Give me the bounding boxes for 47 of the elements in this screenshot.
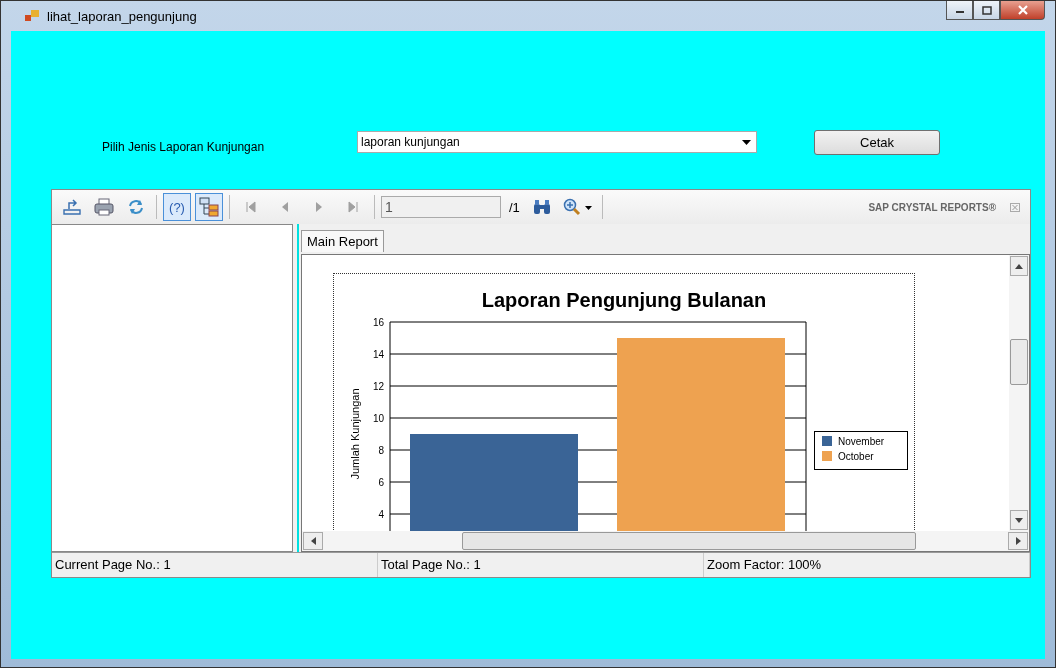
zoom-icon: [562, 198, 593, 216]
binoculars-icon: [531, 199, 552, 215]
left-arrow-icon: [245, 201, 257, 213]
brand-text: SAP CRYSTAL REPORTS®: [868, 201, 996, 213]
right-arrow-icon: [1015, 537, 1021, 545]
minimize-button[interactable]: [946, 1, 973, 20]
maximize-button[interactable]: [973, 1, 1000, 20]
horizontal-scrollbar[interactable]: [302, 531, 1029, 551]
status-text: Zoom Factor: 100%: [704, 553, 1030, 577]
report-type-label: Pilih Jenis Laporan Kunjungan: [101, 140, 266, 154]
report-tab[interactable]: Main Report: [301, 230, 384, 252]
down-arrow-icon: [1015, 517, 1023, 523]
legend-label: November: [838, 436, 885, 447]
caret-icon: [742, 139, 751, 145]
y-tick-label: 4: [378, 508, 384, 520]
right-arrow-icon: [347, 201, 359, 213]
scroll-thumb[interactable]: [1010, 339, 1028, 385]
y-tick-label: 12: [372, 380, 384, 392]
status-text: Current Page No.: 1: [52, 553, 378, 577]
chart-title: Laporan Pengunjung Bulanan: [481, 289, 767, 311]
page-total: /1: [509, 199, 520, 215]
maximize-icon: [981, 5, 992, 15]
y-tick-label: 16: [372, 316, 384, 328]
tree-button[interactable]: [195, 193, 223, 221]
print-button[interactable]: Cetak: [814, 129, 940, 155]
left-arrow-icon: [310, 537, 316, 545]
printer-icon: [94, 198, 114, 216]
scroll-thumb[interactable]: [462, 532, 916, 550]
refresh-icon: [126, 198, 146, 216]
report-type-dropdown[interactable]: laporan kunjungan: [357, 131, 757, 153]
up-arrow-icon: [1015, 263, 1023, 269]
close-button[interactable]: [1000, 1, 1045, 20]
y-tick-label: 8: [378, 444, 384, 456]
status-text: Total Page No.: 1: [378, 553, 704, 577]
export-icon: [62, 198, 82, 216]
vertical-scrollbar[interactable]: [1009, 255, 1029, 531]
y-tick-label: 6: [378, 476, 384, 488]
close-icon: [1010, 202, 1020, 212]
page-number-field[interactable]: 1: [381, 196, 501, 218]
y-tick-label: 14: [372, 348, 384, 360]
y-tick-label: 10: [372, 412, 384, 424]
close-icon: [1016, 5, 1029, 15]
legend-label: October: [838, 451, 874, 462]
app-icon: [25, 10, 39, 22]
tree-icon: [198, 196, 220, 218]
window-title: lihat_laporan_pengunjung: [47, 8, 197, 24]
y-axis-title: Jumlah Kunjungan: [349, 388, 361, 480]
